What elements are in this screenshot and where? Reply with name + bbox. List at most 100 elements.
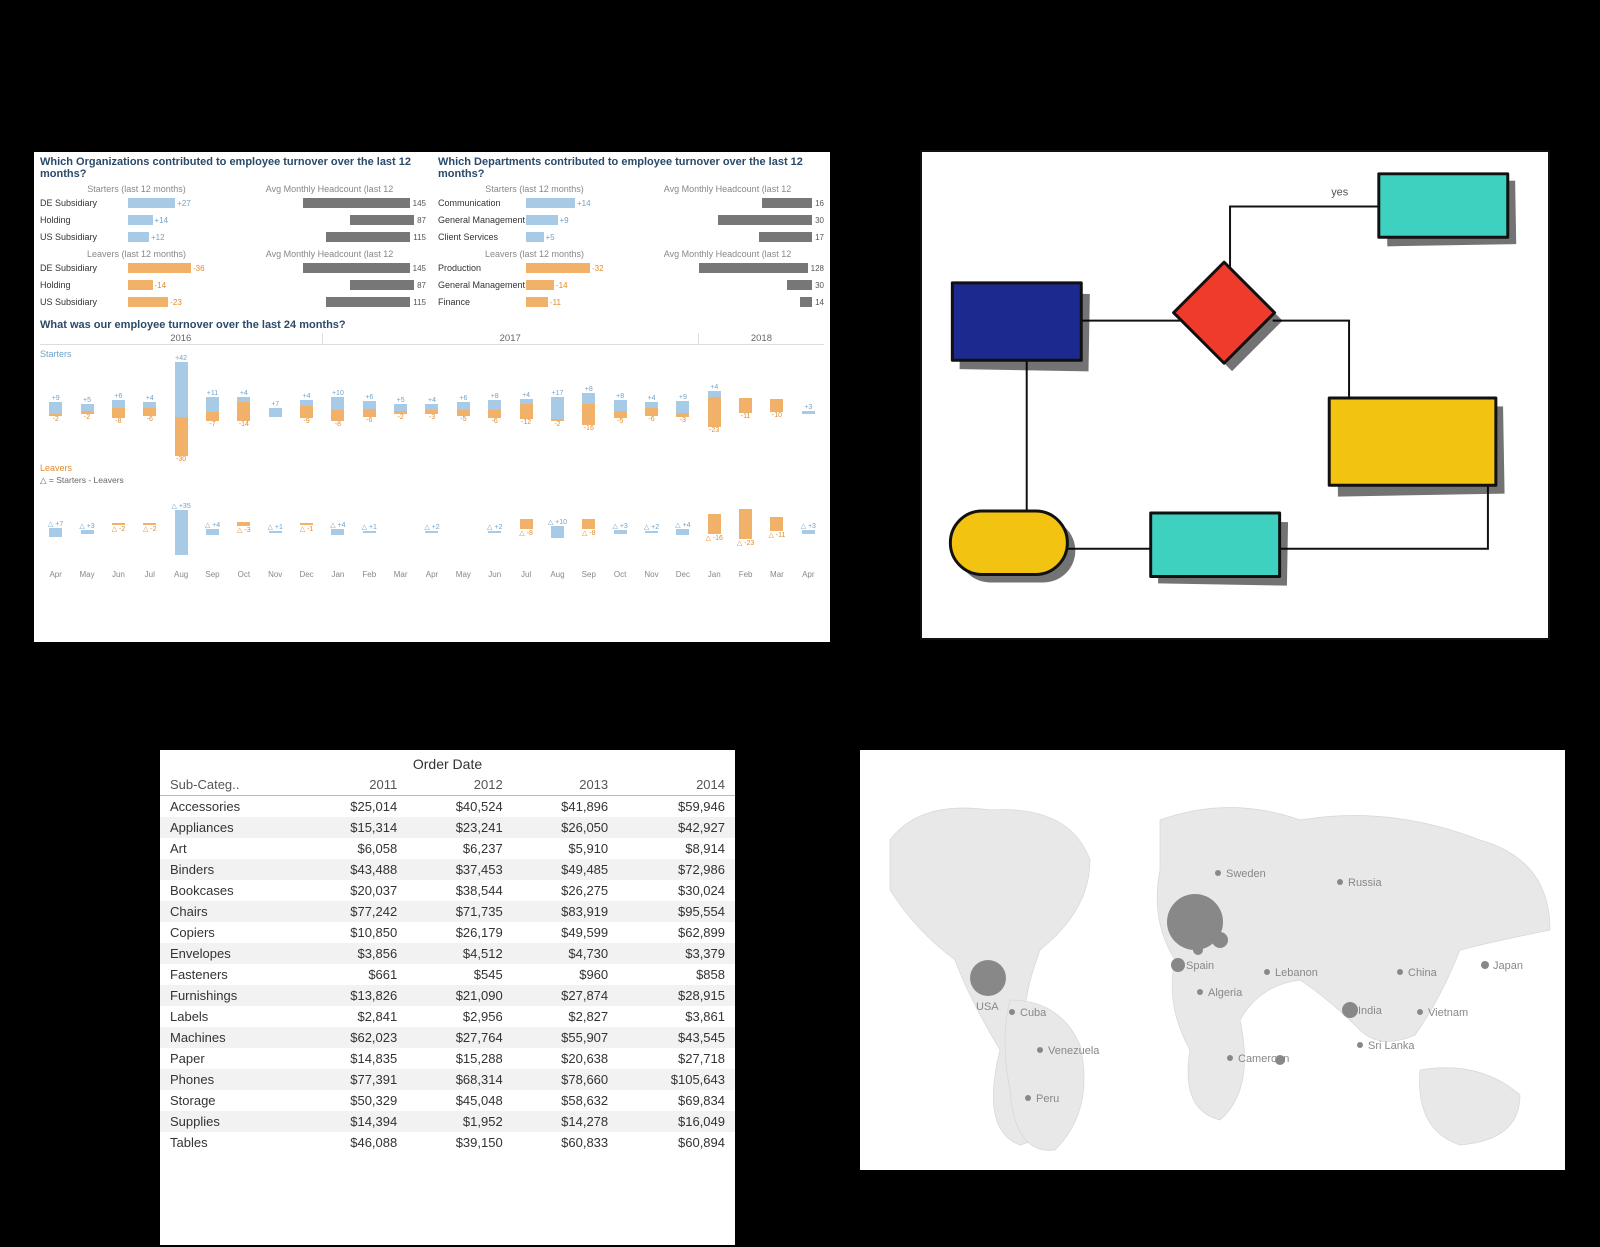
month-column: +4-12 [510,392,541,427]
starter-value: +8 [585,386,593,393]
delta-value: △ -11 [768,531,785,539]
value-cell: $14,835 [302,1048,407,1069]
headcount-value: 17 [815,233,824,242]
delta-bar [614,530,627,534]
starter-value: +9 [560,216,569,225]
delta-bar [770,517,783,531]
month-label: May [448,570,479,579]
table-row: Paper$14,835$15,288$20,638$27,718 [160,1048,735,1069]
leaver-bar [708,397,721,427]
starters-label: Starters [40,349,824,359]
headcount-value: 145 [413,264,426,273]
value-cell: $62,023 [302,1027,407,1048]
bar-label: DE Subsidiary [40,263,128,273]
map-bubble [1275,1055,1285,1065]
month-label: Sep [197,570,228,579]
value-cell: $15,314 [302,817,407,838]
leaver-value: -11 [741,413,751,420]
month-column: +4-6 [636,395,667,422]
value-cell: $42,927 [618,817,735,838]
bar-row: DE Subsidiary+27145 [40,195,426,211]
delta-bar [551,526,564,539]
leaver-bar [520,404,533,420]
delta-column: △ -23 [730,509,761,547]
starter-value: -23 [170,298,182,307]
leaver-bar [582,404,595,425]
month-label: Apr [416,570,447,579]
subcategory-cell: Bookcases [160,880,302,901]
value-cell: $26,275 [513,880,618,901]
bar-label: Holding [40,215,128,225]
flowchart-diagram: yes [920,150,1550,640]
bar-label: US Subsidiary [40,232,128,242]
month-column: +6-8 [103,393,134,425]
turnover-dashboard: Which Organizations contributed to emplo… [34,152,830,642]
table-row: Machines$62,023$27,764$55,907$43,545 [160,1027,735,1048]
connector [1273,321,1349,400]
month-column: +6-5 [448,395,479,423]
leaver-bar [175,417,188,456]
starter-bar [206,397,219,411]
map-bubble [1197,989,1203,995]
bar-row: Production-32128 [438,260,824,276]
subcategory-cell: Appliances [160,817,302,838]
bar-row: US Subsidiary+12115 [40,229,426,245]
headcount-bar [303,198,409,208]
starter-value: +8 [616,393,624,400]
subcategory-cell: Paper [160,1048,302,1069]
value-cell: $13,826 [302,985,407,1006]
subcategory-cell: Envelopes [160,943,302,964]
month-column: +6-6 [354,394,385,424]
leaver-bar [143,408,156,416]
leaver-value: -6 [366,417,372,424]
value-cell: $78,660 [513,1069,618,1090]
starter-value: +4 [710,384,718,391]
value-cell: $858 [618,964,735,985]
value-cell: $27,718 [618,1048,735,1069]
subcategory-table: Sub-Categ..2011201220132014 Accessories$… [160,774,735,1153]
starter-value: +4 [522,392,530,399]
value-cell: $15,288 [407,1048,512,1069]
delta-bar [175,510,188,555]
year-header: 2013 [513,774,618,796]
map-bubble [1193,945,1203,955]
table-row: Tables$46,088$39,150$60,833$60,894 [160,1132,735,1153]
org-title: Which Organizations contributed to emplo… [40,156,426,180]
value-cell: $8,914 [618,838,735,859]
headcount-bar [350,280,414,290]
delta-bar [425,531,438,534]
leaver-value: -5 [460,416,466,423]
value-cell: $39,150 [407,1132,512,1153]
value-cell: $49,599 [513,922,618,943]
connector [1230,207,1379,279]
delta-column: △ +3 [604,522,635,534]
land-eurasia-africa [1157,808,1550,1121]
delta-value: △ +3 [79,522,94,530]
month-column: +4-3 [416,397,447,420]
delta-column: △ +10 [542,518,573,539]
map-label: China [1408,967,1438,979]
map-bubble [1397,969,1403,975]
map-label: Sri Lanka [1368,1040,1415,1052]
table-row: Phones$77,391$68,314$78,660$105,643 [160,1069,735,1090]
delta-bar [269,531,282,532]
starter-value: +9 [52,395,60,402]
table-row: Copiers$10,850$26,179$49,599$62,899 [160,922,735,943]
starter-bar [128,215,153,225]
headcount-bar [762,198,812,208]
table-row: Furnishings$13,826$21,090$27,874$28,915 [160,985,735,1006]
col-headcount-d: Avg Monthly Headcount (last 12 [631,184,824,194]
map-bubble [1357,1042,1363,1048]
delta-value: △ +10 [548,518,567,526]
value-cell: $71,735 [407,901,512,922]
delta-column: △ +4 [322,521,353,534]
delta-bar [802,530,815,534]
bar-row: Communication+1416 [438,195,824,211]
value-cell: $69,834 [618,1090,735,1111]
delta-value: △ +7 [48,520,63,528]
starter-bar [488,400,501,410]
value-cell: $14,278 [513,1111,618,1132]
delta-column: △ +2 [479,523,510,534]
starter-value: +4 [428,397,436,404]
table-row: Bookcases$20,037$38,544$26,275$30,024 [160,880,735,901]
